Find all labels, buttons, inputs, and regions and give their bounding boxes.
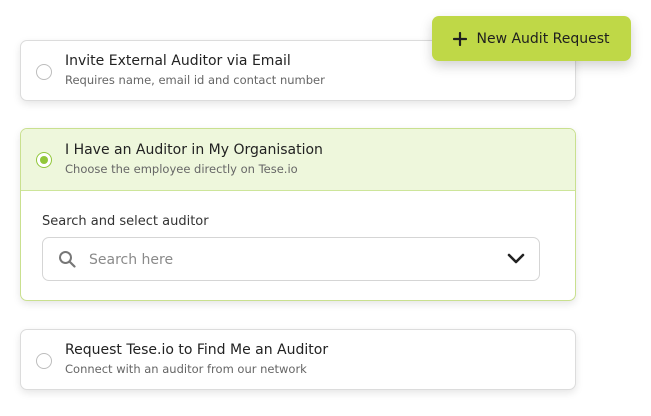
search-label: Search and select auditor — [42, 214, 209, 229]
option-title: Request Tese.io to Find Me an Auditor — [65, 342, 329, 358]
option-title: I Have an Auditor in My Organisation — [65, 142, 323, 158]
option-card-request-tese[interactable]: Request Tese.io to Find Me an Auditor Co… — [20, 329, 576, 390]
radio-invite-external[interactable] — [36, 63, 52, 80]
auditor-search-dropdown[interactable] — [42, 237, 540, 281]
radio-selected-dot — [40, 155, 48, 164]
search-icon — [59, 251, 76, 268]
option-row-request-tese[interactable]: Request Tese.io to Find Me an Auditor Co… — [21, 330, 575, 389]
option-card-internal-auditor[interactable]: I Have an Auditor in My Organisation Cho… — [20, 128, 576, 301]
chevron-down-icon[interactable] — [507, 252, 525, 266]
new-audit-request-label: New Audit Request — [476, 30, 610, 47]
radio-internal-auditor[interactable] — [36, 151, 52, 168]
new-audit-request-button[interactable]: New Audit Request — [432, 16, 631, 61]
radio-request-tese[interactable] — [36, 352, 52, 369]
option-title: Invite External Auditor via Email — [65, 53, 291, 69]
option-subtitle: Connect with an auditor from our network — [65, 362, 307, 376]
option-subtitle: Choose the employee directly on Tese.io — [65, 162, 298, 176]
plus-icon — [453, 31, 468, 46]
option-row-internal-auditor[interactable]: I Have an Auditor in My Organisation Cho… — [21, 129, 575, 191]
option-subtitle: Requires name, email id and contact numb… — [65, 73, 325, 87]
search-input[interactable] — [87, 246, 491, 274]
